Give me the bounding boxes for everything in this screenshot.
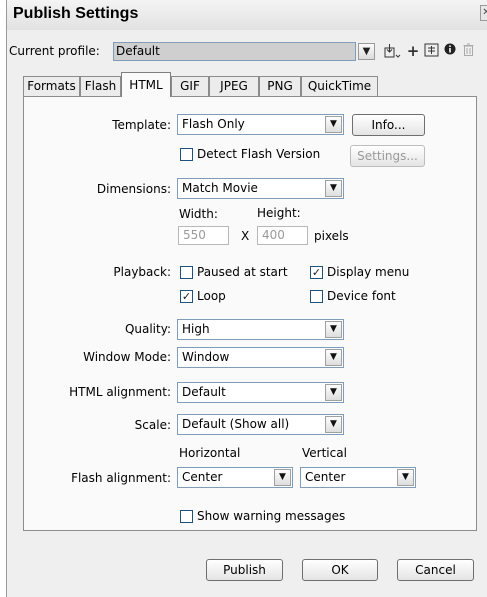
loop-label: Loop — [197, 289, 226, 303]
show-warning-messages-label: Show warning messages — [197, 509, 346, 523]
window-mode-select[interactable]: Window ▼ — [177, 347, 344, 368]
playback-label: Playback: — [113, 265, 171, 279]
dimensions-value: Match Movie — [182, 181, 258, 195]
quality-value: High — [182, 322, 210, 336]
width-input: 550 — [178, 226, 229, 245]
scale-value: Default (Show all) — [182, 417, 290, 431]
device-font-checkbox[interactable] — [310, 290, 323, 303]
pixels-label: pixels — [314, 229, 349, 243]
chevron-down-icon[interactable]: ▼ — [325, 321, 342, 338]
profile-select[interactable]: Default — [113, 42, 356, 61]
add-profile-icon[interactable]: + — [406, 43, 420, 60]
vertical-alignment-select[interactable]: Center ▼ — [300, 467, 416, 488]
ok-button[interactable]: OK — [302, 559, 378, 581]
detect-flash-version-checkbox[interactable] — [180, 148, 193, 161]
horizontal-label: Horizontal — [179, 446, 241, 460]
display-menu-label: Display menu — [327, 265, 410, 279]
template-select[interactable]: Flash Only ▼ — [177, 114, 344, 135]
scale-label: Scale: — [134, 418, 171, 432]
quality-select[interactable]: High ▼ — [177, 319, 344, 340]
horizontal-alignment-value: Center — [182, 470, 223, 484]
display-menu-checkbox[interactable]: ✓ — [310, 266, 323, 279]
scale-select[interactable]: Default (Show all) ▼ — [177, 414, 344, 435]
delete-profile-icon — [461, 43, 475, 60]
tab-png[interactable]: PNG — [259, 76, 301, 96]
detect-flash-version-label: Detect Flash Version — [197, 147, 321, 161]
height-input: 400 — [257, 226, 308, 245]
window-mode-label: Window Mode: — [83, 350, 171, 364]
chevron-down-icon[interactable]: ▼ — [325, 416, 342, 433]
quality-label: Quality: — [124, 322, 171, 336]
html-alignment-select[interactable]: Default ▼ — [177, 382, 344, 403]
profile-info-icon[interactable] — [443, 43, 457, 60]
chevron-down-icon[interactable]: ▼ — [325, 384, 342, 401]
settings-button: Settings... — [350, 145, 425, 167]
close-icon[interactable]: ✕ — [480, 5, 487, 21]
tab-flash[interactable]: Flash — [80, 76, 121, 96]
html-alignment-label: HTML alignment: — [69, 385, 171, 399]
dimensions-label: Dimensions: — [96, 182, 171, 196]
cancel-button[interactable]: Cancel — [397, 559, 474, 581]
show-warning-messages-checkbox[interactable] — [180, 510, 193, 523]
vertical-label: Vertical — [302, 446, 347, 460]
chevron-down-icon[interactable]: ▼ — [325, 116, 342, 133]
times-label: X — [241, 229, 250, 243]
template-value: Flash Only — [182, 117, 245, 131]
html-alignment-value: Default — [182, 385, 226, 399]
device-font-label: Device font — [327, 289, 396, 303]
publish-button[interactable]: Publish — [206, 559, 283, 581]
tab-formats[interactable]: Formats — [23, 76, 80, 96]
dimensions-select[interactable]: Match Movie ▼ — [177, 178, 344, 199]
loop-checkbox[interactable]: ✓ — [180, 290, 193, 303]
profile-value: Default — [116, 44, 160, 58]
chevron-down-icon[interactable]: ▼ — [325, 349, 342, 366]
width-label: Width: — [179, 207, 218, 221]
window-title: Publish Settings — [13, 5, 139, 22]
tab-html[interactable]: HTML — [121, 72, 171, 97]
profile-label: Current profile: — [9, 44, 100, 58]
window-mode-value: Window — [182, 350, 230, 364]
paused-at-start-label: Paused at start — [197, 265, 288, 279]
title-bar: Publish Settings ✕ — [7, 0, 487, 30]
flash-alignment-label: Flash alignment: — [71, 471, 171, 485]
chevron-down-icon[interactable]: ▼ — [325, 180, 342, 197]
horizontal-alignment-select[interactable]: Center ▼ — [177, 467, 293, 488]
profile-dropdown-arrow-icon[interactable]: ▼ — [358, 43, 375, 60]
paused-at-start-checkbox[interactable] — [180, 266, 193, 279]
vertical-alignment-value: Center — [305, 470, 346, 484]
duplicate-profile-icon[interactable] — [423, 43, 439, 60]
info-button[interactable]: Info... — [352, 114, 425, 136]
chevron-down-icon[interactable]: ▼ — [397, 469, 414, 486]
tab-quicktime[interactable]: QuickTime — [301, 76, 378, 96]
chevron-down-icon[interactable]: ▼ — [274, 469, 291, 486]
template-label: Template: — [112, 118, 171, 132]
tab-gif[interactable]: GIF — [171, 76, 209, 96]
tab-jpeg[interactable]: JPEG — [209, 76, 259, 96]
import-export-icon[interactable] — [381, 43, 403, 60]
height-label: Height: — [257, 206, 301, 220]
publish-settings-dialog: Publish Settings ✕ Current profile: Defa… — [6, 0, 487, 597]
